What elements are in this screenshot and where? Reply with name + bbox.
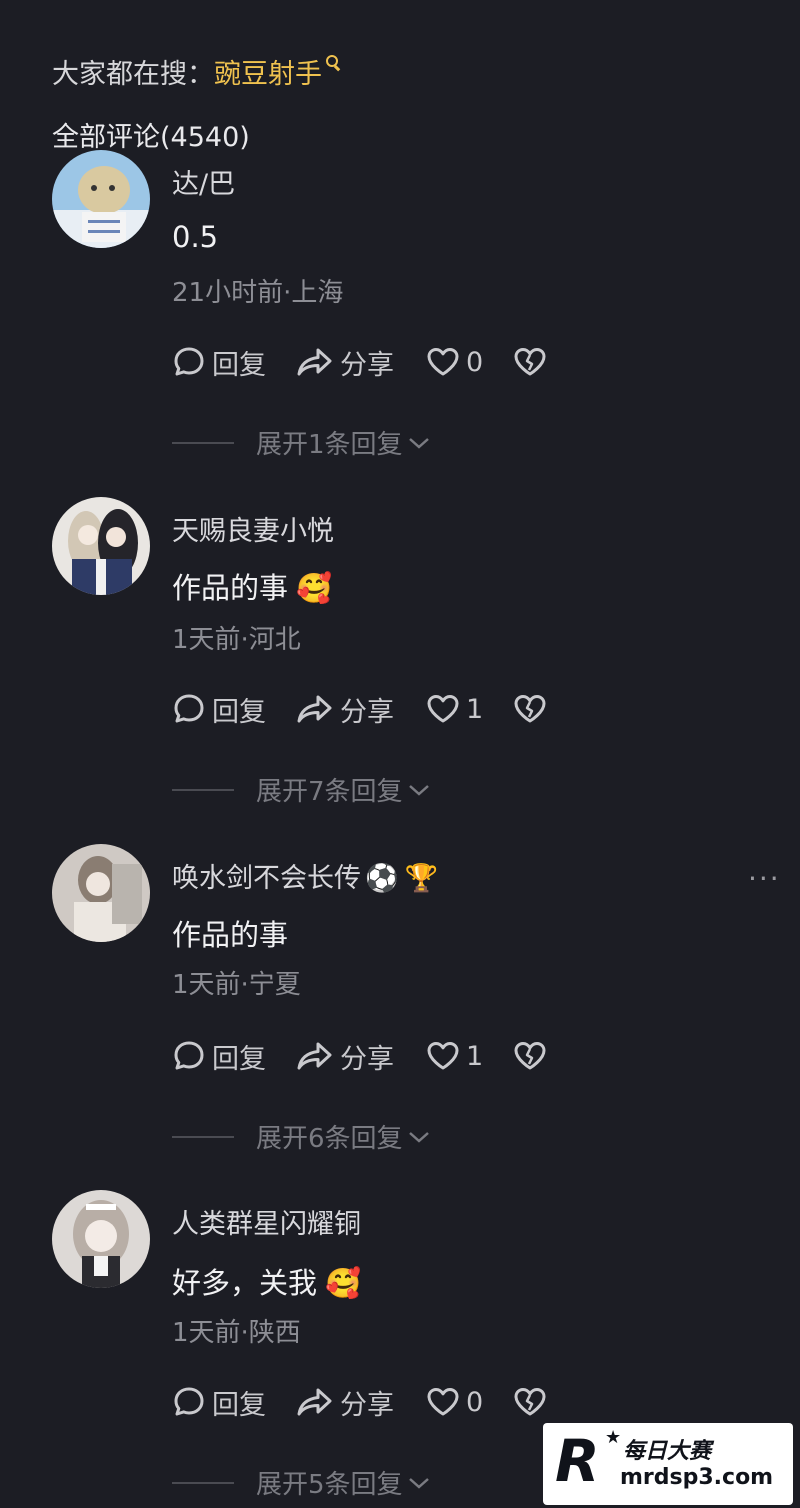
divider [172,788,234,791]
comment-text: 0.5 [172,220,219,254]
soccer-ball-icon: ⚽ [365,863,399,894]
dislike-button[interactable] [513,1386,547,1418]
like-count: 1 [466,1040,484,1072]
broken-heart-icon [514,1042,546,1070]
like-button[interactable]: 1 [426,693,483,725]
dislike-button[interactable] [513,693,547,725]
star-icon: ★ [605,1427,622,1448]
reply-button[interactable]: 回复 [172,690,266,729]
comment-username[interactable]: 天赐良妻小悦 [172,509,334,548]
hot-search-bar[interactable]: 大家都在搜：豌豆射手 [52,52,341,91]
reply-icon [174,347,204,376]
chevron-down-icon [408,1131,429,1143]
dislike-button[interactable] [513,346,547,378]
smile-emoji: 🥰 [325,1266,362,1300]
share-icon [297,348,332,376]
comment-username[interactable]: 达/巴 [172,162,235,201]
share-button[interactable]: 分享 [296,1037,394,1076]
comment-text: 作品的事 🥰 [172,571,333,605]
comment-meta: 21小时前·上海 [172,278,344,308]
share-button[interactable]: 分享 [296,343,394,382]
share-icon [297,695,332,723]
broken-heart-icon [514,348,546,376]
share-label: 分享 [340,696,394,728]
heart-icon [427,695,459,723]
watermark-logo: R ★ 每日大赛 mrdsp3.com [543,1423,793,1505]
like-button[interactable]: 0 [426,1386,483,1418]
divider [172,441,234,444]
like-count: 0 [466,346,484,378]
reply-button[interactable]: 回复 [172,343,266,382]
avatar[interactable] [52,497,150,595]
heart-icon [427,1388,459,1416]
share-label: 分享 [340,1043,394,1075]
share-label: 分享 [340,349,394,381]
comment-actions: 回复 分享 0 [172,342,547,382]
search-icon[interactable] [326,55,341,72]
divider [172,1135,234,1138]
comment-actions: 回复 分享 0 [172,1382,547,1422]
chevron-down-icon [408,1477,429,1489]
expand-label: 展开5条回复 [256,1470,403,1500]
chevron-down-icon [408,784,429,796]
hot-search-term[interactable]: 豌豆射手 [214,59,322,90]
reply-button[interactable]: 回复 [172,1383,266,1422]
share-icon [297,1388,332,1416]
share-icon [297,1042,332,1070]
expand-label: 展开6条回复 [256,1124,403,1154]
comment-text: 作品的事 [172,918,289,952]
dislike-button[interactable] [513,1040,547,1072]
reply-label: 回复 [212,1043,266,1075]
trophy-icon: 🏆 [404,863,439,894]
heart-icon [427,348,459,376]
comment-item: 唤水剑不会长传 ⚽ 🏆 ··· 作品的事 1天前·宁夏 回复 分享 1 展开6条回复 [0,844,800,1154]
avatar[interactable] [52,1190,150,1288]
comment-username[interactable]: 人类群星闪耀铜 [172,1202,361,1241]
comment-text: 好多，关我 🥰 [172,1266,362,1300]
expand-label: 展开7条回复 [256,777,403,807]
expand-replies[interactable]: 展开1条回复 [172,424,431,461]
watermark-url: mrdsp3.com [620,1465,774,1490]
more-options-button[interactable]: ··· [748,862,781,895]
watermark-r-logo: R [555,1427,600,1495]
comment-actions: 回复 分享 1 [172,1036,547,1076]
reply-label: 回复 [212,349,266,381]
reply-icon [174,1387,204,1416]
avatar[interactable] [52,150,150,248]
expand-label: 展开1条回复 [256,430,403,460]
comments-header: 全部评论(4540) [52,122,250,153]
divider [172,1481,234,1484]
comment-meta: 1天前·宁夏 [172,970,301,1000]
like-count: 1 [466,693,484,725]
share-label: 分享 [340,1389,394,1421]
reply-icon [174,694,204,723]
like-button[interactable]: 1 [426,1040,483,1072]
expand-replies[interactable]: 展开5条回复 [172,1464,431,1501]
reply-label: 回复 [212,696,266,728]
expand-replies[interactable]: 展开6条回复 [172,1118,431,1155]
hot-search-prefix: 大家都在搜： [52,59,214,90]
comment-actions: 回复 分享 1 [172,689,547,729]
comment-meta: 1天前·陕西 [172,1318,301,1348]
like-button[interactable]: 0 [426,346,483,378]
comment-item: 达/巴 0.5 21小时前·上海 回复 分享 0 展开1条回复 [0,150,800,460]
like-count: 0 [466,1386,484,1418]
expand-replies[interactable]: 展开7条回复 [172,771,431,808]
heart-icon [427,1042,459,1070]
comment-username[interactable]: 唤水剑不会长传 ⚽ 🏆 [172,856,438,895]
reply-icon [174,1041,204,1070]
share-button[interactable]: 分享 [296,1383,394,1422]
hug-emoji: 🥰 [296,571,333,605]
comment-item: 天赐良妻小悦 作品的事 🥰 1天前·河北 回复 分享 1 展开7条回复 [0,497,800,807]
share-button[interactable]: 分享 [296,690,394,729]
comment-meta: 1天前·河北 [172,625,301,655]
broken-heart-icon [514,1388,546,1416]
watermark-brand: 每日大赛 [623,1439,712,1464]
avatar[interactable] [52,844,150,942]
reply-label: 回复 [212,1389,266,1421]
chevron-down-icon [408,437,429,449]
reply-button[interactable]: 回复 [172,1037,266,1076]
broken-heart-icon [514,695,546,723]
